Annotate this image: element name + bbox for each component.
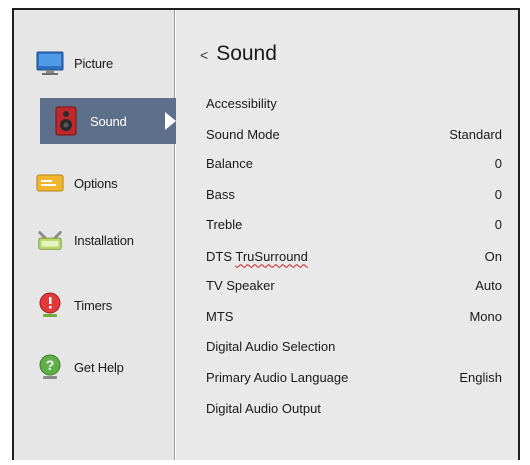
options-icon — [36, 169, 64, 197]
sidebar-item-sound[interactable]: Sound — [40, 98, 186, 144]
setting-row-digital-audio-selection[interactable]: Digital Audio Selection — [206, 335, 502, 357]
speaker-icon — [52, 106, 80, 136]
selected-arrow-icon — [165, 112, 176, 130]
setting-label: Digital Audio Selection — [206, 338, 336, 354]
tv-settings-screen: Picture Sound Options Installation Timer… — [0, 0, 530, 465]
setting-row-mts[interactable]: MTS Mono — [206, 305, 502, 327]
setting-label: Primary Audio Language — [206, 369, 349, 385]
setting-row-primary-audio-language[interactable]: Primary Audio Language English — [206, 366, 502, 388]
setting-label: Treble — [206, 216, 243, 232]
sound-settings-panel: < Sound Accessibility Sound Mode Standar… — [176, 10, 518, 460]
back-chevron-icon[interactable]: < — [200, 47, 208, 63]
setting-label: TV Speaker — [206, 277, 275, 293]
setting-label: MTS — [206, 308, 234, 324]
setting-row-accessibility[interactable]: Accessibility — [206, 92, 502, 114]
setting-label: Balance — [206, 155, 253, 171]
setting-label: Accessibility — [206, 95, 277, 111]
setting-label: DTS TruSurround — [206, 249, 308, 264]
setting-row-treble[interactable]: Treble 0 — [206, 213, 502, 235]
setting-value: English — [459, 369, 502, 385]
sidebar: Picture Sound Options Installation Timer… — [14, 10, 186, 460]
svg-text:?: ? — [46, 357, 55, 373]
setting-row-tv-speaker[interactable]: TV Speaker Auto — [206, 274, 502, 296]
setting-row-digital-audio-output[interactable]: Digital Audio Output — [206, 397, 502, 419]
sidebar-item-picture[interactable]: Picture — [14, 40, 174, 86]
setting-row-bass[interactable]: Bass 0 — [206, 183, 502, 205]
sidebar-item-label: Timers — [74, 297, 113, 313]
setting-label-prefix: DTS — [206, 248, 232, 264]
sidebar-item-timers[interactable]: Timers — [14, 282, 174, 328]
setting-label: Digital Audio Output — [206, 400, 321, 416]
setting-value: 0 — [494, 186, 502, 202]
setting-value: 0 — [494, 155, 502, 171]
setting-label: Bass — [206, 186, 235, 202]
sidebar-item-label: Sound — [90, 113, 127, 129]
setting-value: Mono — [469, 308, 502, 324]
sidebar-item-installation[interactable]: Installation — [14, 217, 174, 263]
page-title: Sound — [216, 42, 277, 65]
sidebar-item-label: Get Help — [74, 359, 124, 375]
setting-row-dts-trusurround[interactable]: DTS TruSurround On — [206, 245, 502, 267]
sidebar-item-label: Picture — [74, 55, 114, 71]
setting-value: On — [484, 248, 502, 264]
panel-header: < Sound — [200, 42, 277, 66]
setting-label: Sound Mode — [206, 126, 280, 142]
sidebar-item-get-help[interactable]: ? Get Help — [14, 344, 174, 390]
setting-value: Standard — [449, 126, 502, 142]
monitor-icon — [36, 49, 64, 77]
setting-value: 0 — [494, 216, 502, 232]
setting-value: Auto — [475, 277, 502, 293]
setting-row-balance[interactable]: Balance 0 — [206, 152, 502, 174]
help-icon: ? — [36, 353, 64, 381]
sidebar-item-label: Installation — [74, 232, 134, 248]
timer-alert-icon — [36, 291, 64, 319]
installation-icon — [36, 226, 64, 254]
setting-label-marked: TruSurround — [235, 248, 308, 264]
setting-row-sound-mode[interactable]: Sound Mode Standard — [206, 123, 502, 145]
sidebar-item-options[interactable]: Options — [14, 160, 174, 206]
sidebar-item-label: Options — [74, 175, 118, 191]
